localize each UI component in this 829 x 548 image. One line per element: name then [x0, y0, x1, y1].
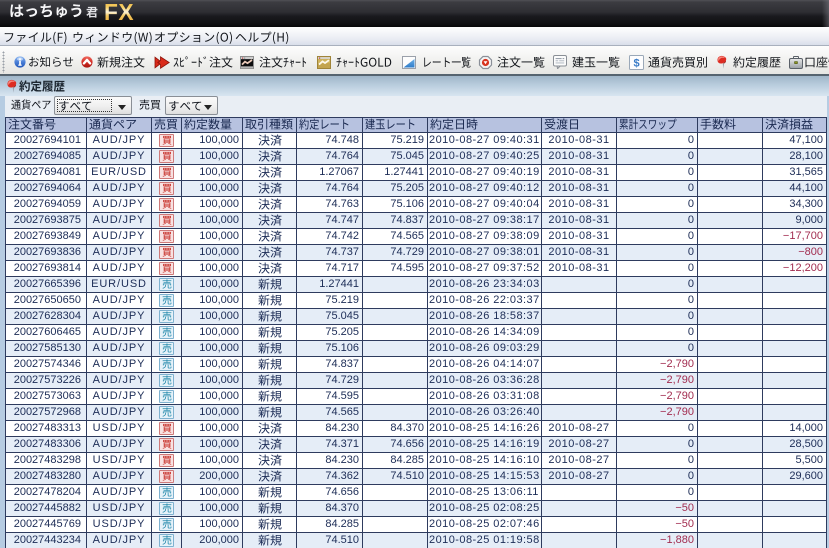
- svg-text:$: $: [633, 57, 639, 69]
